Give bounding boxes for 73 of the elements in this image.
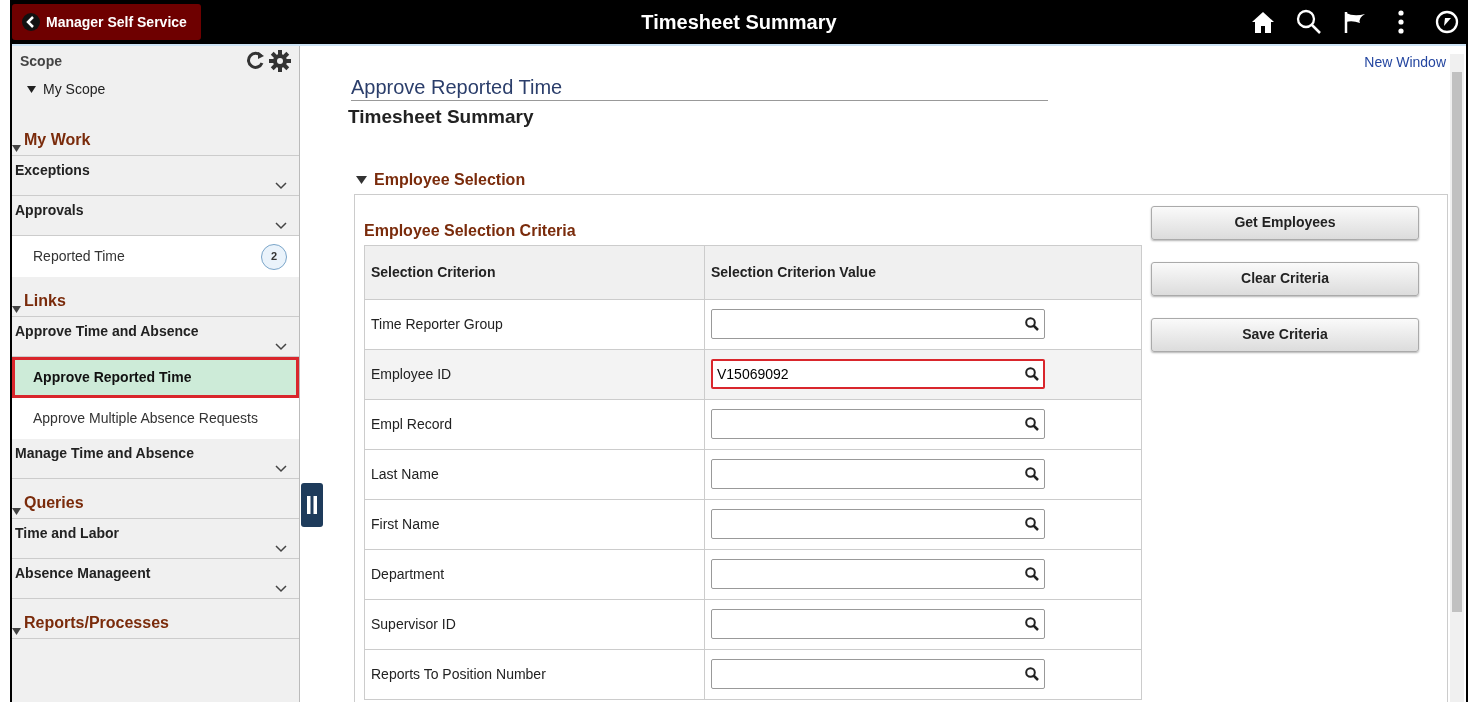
table-cell: Reports To Position Number xyxy=(364,649,705,699)
table-cell: Last Name xyxy=(364,449,705,499)
compass-icon[interactable] xyxy=(1434,9,1460,35)
chevron-down-icon[interactable] xyxy=(275,182,287,190)
search-icon[interactable] xyxy=(1025,567,1039,581)
menu-group[interactable]: Time and Labor xyxy=(15,523,119,558)
menu-link[interactable]: Approve Multiple Absence Requests xyxy=(12,398,299,439)
section-title[interactable]: Links xyxy=(24,289,66,313)
table-cell: Employee ID xyxy=(364,349,705,399)
action-button[interactable]: Clear Criteria xyxy=(1151,261,1419,296)
section-title[interactable]: Reports/Processes xyxy=(24,611,169,635)
pause-icon[interactable] xyxy=(307,496,317,514)
section-toggle[interactable]: Employee Selection xyxy=(356,167,526,192)
search-icon[interactable] xyxy=(1025,467,1039,481)
page-header-title: Timesheet Summary xyxy=(641,10,837,34)
input-field[interactable] xyxy=(711,559,1045,589)
menu-link[interactable]: Reported Time 2 xyxy=(12,236,299,277)
section-title[interactable]: Queries xyxy=(24,491,84,515)
input-field[interactable] xyxy=(711,459,1045,489)
menu-group[interactable]: Exceptions xyxy=(15,160,90,195)
input-field[interactable] xyxy=(711,659,1045,689)
menu-link[interactable]: Approve Reported Time xyxy=(12,357,299,398)
menu-group[interactable]: Manage Time and Absence xyxy=(15,443,194,478)
scope-tree-item[interactable]: My Scope xyxy=(43,79,106,100)
input-field[interactable]: V15069092 xyxy=(711,359,1045,389)
action-button[interactable]: Save Criteria xyxy=(1151,317,1419,352)
table-cell: Department xyxy=(364,549,705,599)
page-title: Approve Reported Time xyxy=(351,74,1048,101)
expand-triangle-icon[interactable] xyxy=(27,86,36,93)
table-cell: Supervisor ID xyxy=(364,599,705,649)
search-icon[interactable] xyxy=(1025,417,1039,431)
gear-icon[interactable] xyxy=(269,50,291,72)
table-cell: Time Reporter Group xyxy=(364,299,705,349)
search-icon[interactable] xyxy=(1025,667,1039,681)
back-button[interactable]: Manager Self Service xyxy=(12,4,201,40)
section-title[interactable]: My Work xyxy=(24,128,91,152)
grid-title: Employee Selection Criteria xyxy=(364,220,577,241)
search-icon[interactable] xyxy=(1025,617,1039,631)
input-field[interactable] xyxy=(711,409,1045,439)
input-field[interactable] xyxy=(711,609,1045,639)
collapse-triangle-icon[interactable] xyxy=(12,508,21,515)
chevron-down-icon[interactable] xyxy=(275,545,287,553)
back-icon xyxy=(22,13,40,31)
collapse-triangle-icon[interactable] xyxy=(12,628,21,635)
refresh-icon[interactable] xyxy=(245,50,266,70)
new-window-link[interactable]: New Window xyxy=(1364,52,1446,73)
collapse-triangle-icon[interactable] xyxy=(12,306,21,313)
menu-group[interactable]: Approve Time and Absence xyxy=(15,321,199,356)
search-icon[interactable] xyxy=(1025,517,1039,531)
search-icon[interactable] xyxy=(1296,9,1322,35)
table-cell: First Name xyxy=(364,499,705,549)
chevron-down-icon[interactable] xyxy=(275,585,287,593)
chevron-down-icon[interactable] xyxy=(275,465,287,473)
menu-group[interactable]: Absence Manageent xyxy=(15,563,151,598)
input-field[interactable] xyxy=(711,309,1045,339)
input-field[interactable] xyxy=(711,509,1045,539)
search-icon[interactable] xyxy=(1025,317,1039,331)
pause-toggle-button[interactable] xyxy=(301,483,323,527)
search-icon[interactable] xyxy=(1025,367,1039,381)
expand-triangle-icon xyxy=(356,175,367,184)
page-subtitle: Timesheet Summary xyxy=(348,105,535,129)
column-header: Selection Criterion xyxy=(364,245,705,299)
action-button[interactable]: Get Employees xyxy=(1151,205,1419,240)
scope-label: Scope xyxy=(20,51,62,71)
column-header: Selection Criterion Value xyxy=(704,245,1142,299)
collapse-triangle-icon[interactable] xyxy=(12,145,21,152)
home-icon[interactable] xyxy=(1250,9,1276,35)
scrollbar[interactable] xyxy=(1450,54,1464,702)
menu-group[interactable]: Approvals xyxy=(15,200,84,235)
count-badge: 2 xyxy=(261,243,287,270)
table-cell: Empl Record xyxy=(364,399,705,449)
chevron-down-icon[interactable] xyxy=(275,222,287,230)
chevron-down-icon[interactable] xyxy=(275,343,287,351)
